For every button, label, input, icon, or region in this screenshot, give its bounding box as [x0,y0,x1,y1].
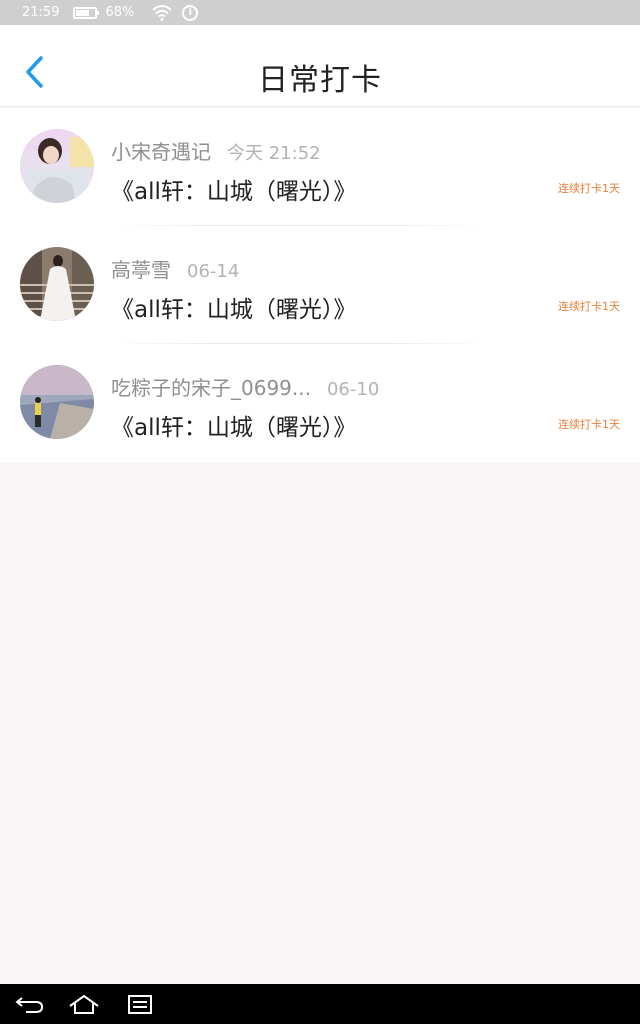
battery-percent: 68% [105,5,135,20]
battery-icon [73,6,100,19]
checkin-date: 06-14 [187,261,240,282]
list-item[interactable]: 小宋奇遇记 今天 21:52 《all轩：山城（曙光）》 连续打卡1天 [0,108,640,226]
nav-recent-icon[interactable] [124,992,156,1016]
name-line: 小宋奇遇记 今天 21:52 [111,136,321,165]
checkin-date: 06-10 [326,379,380,400]
checkin-content: 《all轩：山城（曙光）》 [111,415,357,441]
avatar[interactable] [20,247,94,321]
avatar[interactable] [20,129,94,203]
user-name: 吃粽子的宋子_0699... [111,376,311,400]
user-name: 小宋奇遇记 [111,140,211,164]
name-line: 高葶雪 06-14 [111,254,239,283]
wifi-icon [152,4,173,21]
nav-home-icon[interactable] [68,992,100,1016]
header: 日常打卡 [0,25,640,107]
streak-label: 连续打卡1天 [558,418,620,431]
checkin-content: 《all轩：山城（曙光）》 [111,297,357,323]
avatar[interactable] [20,365,94,439]
name-line: 吃粽子的宋子_0699... 06-10 [111,372,379,401]
status-bar: 21:59 68% i [0,0,640,25]
system-nav-bar [0,984,640,1024]
checkin-content: 《all轩：山城（曙光）》 [111,179,357,205]
info-icon: i [182,4,199,21]
page-title: 日常打卡 [258,63,382,98]
list-item[interactable]: 高葶雪 06-14 《all轩：山城（曙光）》 连续打卡1天 [0,226,640,344]
nav-back-icon[interactable] [14,992,46,1016]
streak-label: 连续打卡1天 [558,182,620,195]
status-time: 21:59 [22,5,60,20]
checkin-list: 小宋奇遇记 今天 21:52 《all轩：山城（曙光）》 连续打卡1天 高葶雪 … [0,108,640,462]
checkin-date: 今天 21:52 [227,143,321,164]
list-item[interactable]: 吃粽子的宋子_0699... 06-10 《all轩：山城（曙光）》 连续打卡1天 [0,344,640,462]
streak-label: 连续打卡1天 [558,300,620,313]
user-name: 高葶雪 [111,258,171,282]
